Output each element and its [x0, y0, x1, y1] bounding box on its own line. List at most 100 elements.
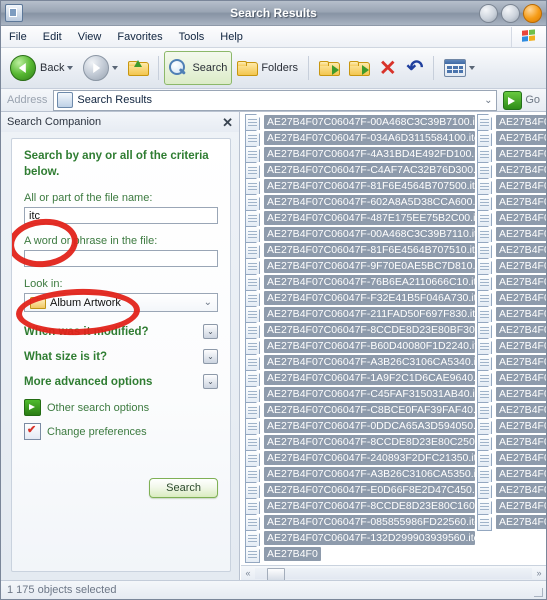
link-change-preferences[interactable]: Change preferences: [24, 423, 218, 441]
list-item[interactable]: AE27B4F07C06047F-034A6D3115584100.itc: [243, 129, 475, 147]
list-item[interactable]: AE27B4F0: [475, 465, 546, 483]
close-button[interactable]: [523, 3, 542, 23]
list-item[interactable]: AE27B4F0: [475, 321, 546, 339]
scrollbar-track[interactable]: [255, 567, 532, 581]
list-item[interactable]: AE27B4F0: [475, 353, 546, 371]
list-item[interactable]: AE27B4F07C06047F-00A468C3C39B7100.itc: [243, 113, 475, 131]
list-item[interactable]: AE27B4F0: [475, 273, 546, 291]
search-button[interactable]: Search: [164, 51, 233, 85]
list-item[interactable]: AE27B4F07C06047F-81F6E4564B707500.itc: [243, 177, 475, 195]
list-item[interactable]: AE27B4F0: [475, 193, 546, 211]
list-item[interactable]: AE27B4F07C06047F-81F6E4564B707510.itc: [243, 241, 475, 259]
list-item[interactable]: AE27B4F0: [475, 257, 546, 275]
search-submit-button[interactable]: Search: [149, 478, 218, 499]
chevron-down-icon[interactable]: [112, 66, 119, 70]
chevron-down-icon[interactable]: ⌄: [204, 297, 215, 308]
list-item[interactable]: AE27B4F07C06047F-240893F2DFC21350.itc: [243, 449, 475, 467]
list-item[interactable]: AE27B4F07C06047F-B60D40080F1D2240.itc: [243, 337, 475, 355]
horizontal-scrollbar[interactable]: « »: [241, 565, 546, 581]
list-item[interactable]: AE27B4F07C06047F-C45FAF315031AB40.itc: [243, 385, 475, 403]
menu-file[interactable]: File: [1, 29, 35, 45]
list-item[interactable]: AE27B4F0: [475, 369, 546, 387]
maximize-button[interactable]: [501, 3, 520, 23]
list-item[interactable]: AE27B4F0: [475, 513, 546, 531]
expander-when-modified[interactable]: When was it modified? ⌄: [24, 324, 218, 340]
resize-grip[interactable]: [532, 586, 544, 598]
list-item[interactable]: AE27B4F0: [475, 225, 546, 243]
list-item[interactable]: AE27B4F07C06047F-76B6EA2110666C10.itc: [243, 273, 475, 291]
chevron-down-icon[interactable]: [67, 66, 74, 70]
undo-button[interactable]: ↶: [402, 51, 429, 85]
address-input[interactable]: Search Results ⌄: [53, 89, 498, 111]
list-item[interactable]: AE27B4F0: [475, 417, 546, 435]
scroll-right-button[interactable]: »: [532, 568, 546, 578]
link-other-search-options[interactable]: Other search options: [24, 399, 218, 417]
chevron-down-icon[interactable]: ⌄: [203, 349, 218, 365]
back-button[interactable]: Back: [5, 51, 78, 85]
expander-what-size[interactable]: What size is it? ⌄: [24, 349, 218, 365]
delete-button[interactable]: ✕: [374, 51, 402, 85]
list-item[interactable]: AE27B4F07C06047F-1A9F2C1D6CAE9640.itc: [243, 369, 475, 387]
scrollbar-thumb[interactable]: [267, 567, 285, 581]
filename-input[interactable]: [24, 207, 218, 225]
chevron-down-icon[interactable]: ⌄: [203, 324, 218, 340]
list-item[interactable]: AE27B4F07C06047F-00A468C3C39B7110.itc: [243, 225, 475, 243]
list-item[interactable]: AE27B4F07C06047F-8CCDE8D23E80BF30.itc: [243, 321, 475, 339]
go-button[interactable]: Go: [497, 90, 546, 110]
list-item[interactable]: AE27B4F07C06047F-E0D66F8E2D47C450.itc: [243, 481, 475, 499]
list-item[interactable]: AE27B4F0: [475, 289, 546, 307]
list-item[interactable]: AE27B4F0: [475, 433, 546, 451]
list-item[interactable]: AE27B4F07C06047F-0DDCA65A3D594050.itc: [243, 417, 475, 435]
lookin-dropdown[interactable]: Album Artwork ⌄: [24, 293, 218, 313]
list-item[interactable]: AE27B4F07C06047F-F32E41B5F046A730.itc: [243, 289, 475, 307]
menu-view[interactable]: View: [70, 29, 110, 45]
list-item[interactable]: AE27B4F07C06047F-487E175EE75B2C00.itc: [243, 209, 475, 227]
close-icon[interactable]: ✕: [222, 116, 233, 129]
list-item[interactable]: AE27B4F0: [475, 305, 546, 323]
expander-advanced-options[interactable]: More advanced options ⌄: [24, 374, 218, 390]
list-item[interactable]: AE27B4F07C06047F-9F70E0AE5BC7D810.itc: [243, 257, 475, 275]
list-item[interactable]: AE27B4F07C06047F-211FAD50F697F830.itc: [243, 305, 475, 323]
list-item[interactable]: AE27B4F0: [243, 545, 475, 563]
list-item[interactable]: AE27B4F0: [475, 241, 546, 259]
list-item[interactable]: AE27B4F0: [475, 385, 546, 403]
list-item[interactable]: AE27B4F07C06047F-8CCDE8D23E80C160.itc: [243, 497, 475, 515]
views-button[interactable]: [439, 51, 480, 85]
scroll-left-button[interactable]: «: [241, 568, 255, 578]
list-item[interactable]: AE27B4F07C06047F-C4AF7AC32B76D300.itc: [243, 161, 475, 179]
list-item[interactable]: AE27B4F07C06047F-A3B26C3106CA5350.itc: [243, 465, 475, 483]
move-to-button[interactable]: [314, 51, 344, 85]
up-button[interactable]: [123, 51, 153, 85]
list-item[interactable]: AE27B4F0: [475, 145, 546, 163]
list-item[interactable]: AE27B4F07C06047F-602A8A5D38CCA600.itc: [243, 193, 475, 211]
list-item[interactable]: AE27B4F0: [475, 209, 546, 227]
minimize-button[interactable]: [479, 3, 498, 23]
copy-to-button[interactable]: [344, 51, 374, 85]
list-item[interactable]: AE27B4F07C06047F-4A31BD4E492FD100.itc: [243, 145, 475, 163]
folders-button[interactable]: Folders: [232, 51, 303, 85]
list-item[interactable]: AE27B4F0: [475, 497, 546, 515]
menu-tools[interactable]: Tools: [171, 29, 213, 45]
file-list[interactable]: AE27B4F07C06047F-00A468C3C39B7100.itc AE2…: [241, 112, 546, 565]
list-item[interactable]: AE27B4F0: [475, 129, 546, 147]
phrase-input[interactable]: [24, 250, 218, 268]
chevron-down-icon[interactable]: ⌄: [203, 374, 218, 390]
list-item[interactable]: AE27B4F07C06047F-085855986FD22560.itc: [243, 513, 475, 531]
list-item[interactable]: AE27B4F07C06047F-8CCDE8D23E80C250.itc: [243, 433, 475, 451]
list-item[interactable]: AE27B4F0: [475, 401, 546, 419]
address-dropdown-icon[interactable]: ⌄: [480, 95, 496, 106]
list-item[interactable]: AE27B4F0: [475, 481, 546, 499]
list-item[interactable]: AE27B4F0: [475, 161, 546, 179]
list-item[interactable]: AE27B4F0: [475, 337, 546, 355]
list-item[interactable]: AE27B4F0: [475, 449, 546, 467]
list-item[interactable]: AE27B4F0: [475, 113, 546, 131]
list-item[interactable]: AE27B4F07C06047F-A3B26C3106CA5340.itc: [243, 353, 475, 371]
list-item[interactable]: AE27B4F07C06047F-C8BCE0FAF39FAF40.itc: [243, 401, 475, 419]
list-item[interactable]: AE27B4F07C06047F-132D299903939560.itc: [243, 529, 475, 547]
menu-edit[interactable]: Edit: [35, 29, 70, 45]
forward-button[interactable]: [78, 51, 123, 85]
menu-help[interactable]: Help: [212, 29, 251, 45]
list-item[interactable]: AE27B4F0: [475, 177, 546, 195]
chevron-down-icon[interactable]: [469, 66, 476, 70]
menu-favorites[interactable]: Favorites: [109, 29, 170, 45]
